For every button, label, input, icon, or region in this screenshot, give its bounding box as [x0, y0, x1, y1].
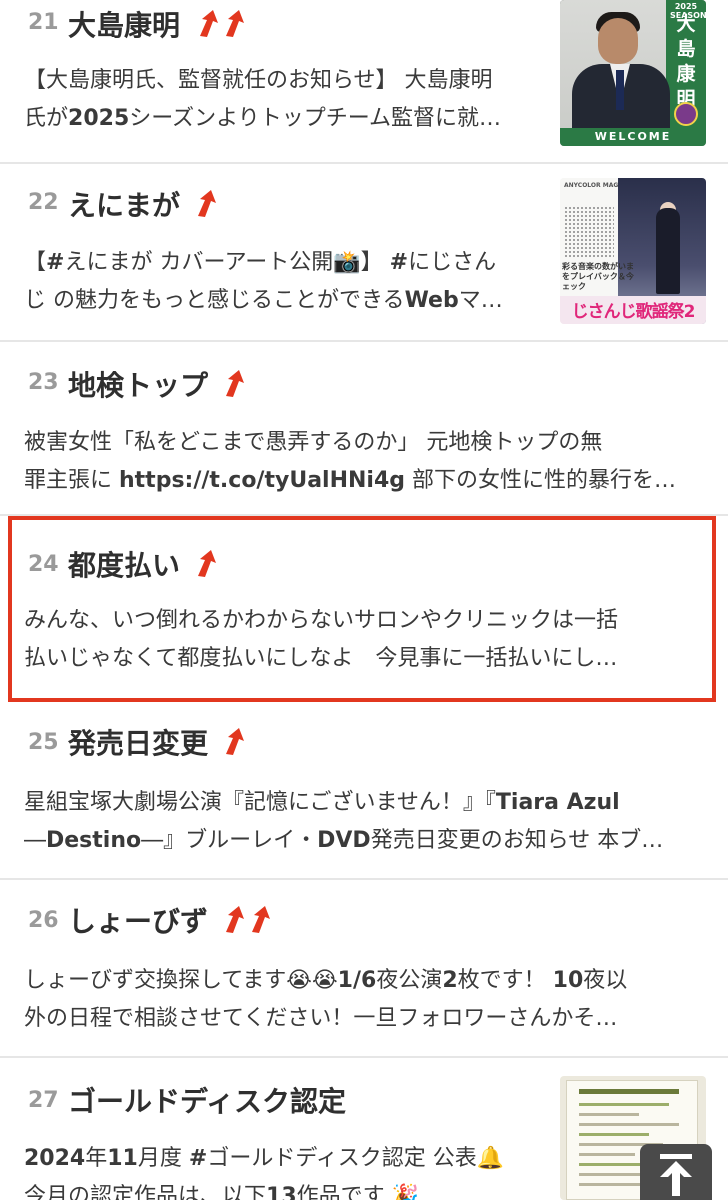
description-line: 星組宝塚大劇場公演『記憶にございません！』『Tiara Azul: [24, 790, 620, 815]
description-line: しょーびず交換探してます😭😭1/6夜公演2枚です！ 10夜以: [24, 968, 628, 993]
document-line: [579, 1153, 635, 1156]
trend-rank: 26: [28, 908, 59, 933]
trend-thumbnail[interactable]: ANYCOLOR MAGAZINE 彩る音楽の数がいま をプレイバック＆今 ェッ…: [560, 178, 706, 324]
trend-item-23[interactable]: 23 地検トップ 被害女性「私をどこまで愚弄するのか」 元地検トップの無罪主張に…: [0, 342, 728, 516]
up-right-arrow-icon: [222, 368, 248, 402]
trend-item-25[interactable]: 25 発売日変更 星組宝塚大劇場公演『記憶にございません！』『Tiara Azu…: [0, 702, 728, 880]
trend-item-26[interactable]: 26 しょーびず しょーびず交換探してます😭😭1/6夜公演2枚です！ 10夜以外…: [0, 880, 728, 1058]
halftone-pattern: [564, 206, 614, 258]
thumbnail-name-char: 大: [676, 13, 696, 35]
trend-rank: 23: [28, 370, 59, 395]
trend-description[interactable]: みんな、いつ倒れるかわからないサロンやクリニックは一括 払いじゃなくて都度払いにし…: [24, 602, 704, 678]
document-line: [579, 1113, 639, 1116]
person-tie: [616, 70, 624, 110]
trend-item-27[interactable]: 27 ゴールドディスク認定 2024年11月度 #ゴールドディスク認定 公表🔔 今…: [0, 1058, 728, 1200]
thumbnail-name-char: 康: [676, 63, 696, 85]
trend-title[interactable]: 地検トップ: [68, 364, 208, 404]
trend-rank: 27: [28, 1088, 59, 1113]
up-right-arrow-icon: [194, 548, 220, 582]
trend-arrows: [222, 368, 248, 402]
trend-title[interactable]: 都度払い: [68, 544, 180, 584]
trend-arrows: [196, 8, 248, 42]
up-right-arrow-icon: [196, 8, 222, 42]
description-line: ―Destino―』ブルーレイ・DVD発売日変更のお知らせ 本ブ…: [24, 828, 664, 853]
trend-description[interactable]: 【#えにまが カバーアート公開📸】 #にじさんじ の魅力をもっと感じることができ…: [24, 244, 534, 320]
up-right-arrow-icon: [222, 904, 248, 938]
club-emblem-icon: [674, 102, 698, 126]
trend-rank: 21: [28, 10, 59, 35]
description-line: 罪主張に https://t.co/tyUalHNi4g 部下の女性に性的暴行を…: [24, 468, 676, 493]
trend-title[interactable]: しょーびず: [68, 900, 208, 940]
arrow-up-icon: [660, 1154, 692, 1196]
magazine-banner-text: じさんじ歌謡祭2: [571, 302, 696, 322]
up-right-arrow-icon: [222, 726, 248, 760]
character-figure: [656, 208, 680, 294]
trend-description[interactable]: 2024年11月度 #ゴールドディスク認定 公表🔔 今月の認定作品は、以下13作品…: [24, 1140, 544, 1200]
document-line: [579, 1103, 669, 1106]
person-face: [598, 18, 638, 64]
trend-description[interactable]: しょーびず交換探してます😭😭1/6夜公演2枚です！ 10夜以 外の日程で相談させて…: [24, 962, 704, 1038]
description-line: 払いじゃなくて都度払いにしなよ 今見事に一括払いにし…: [24, 646, 618, 671]
trend-description[interactable]: 被害女性「私をどこまで愚弄するのか」 元地検トップの無罪主張に https://…: [24, 424, 704, 500]
description-line: みんな、いつ倒れるかわからないサロンやクリニックは一括: [24, 608, 619, 633]
thumbnail-name-char: 島: [676, 38, 696, 60]
trend-rank: 22: [28, 190, 59, 215]
trend-item-22[interactable]: 22 えにまが 【#えにまが カバーアート公開📸】 #にじさんじ の魅力をもっと…: [0, 164, 728, 342]
description-line: じ の魅力をもっと感じることができるWebマ…: [24, 288, 503, 313]
thumbnail-welcome-caption: WELCOME: [560, 128, 706, 146]
description-line: 外の日程で相談させてください！一旦フォロワーさんかそ…: [24, 1006, 618, 1031]
document-line: [579, 1173, 643, 1176]
description-line: 2024年11月度 #ゴールドディスク認定 公表🔔: [24, 1146, 505, 1171]
document-line: [579, 1123, 679, 1126]
trend-rank: 25: [28, 730, 59, 755]
trend-description[interactable]: 【大島康明氏、監督就任のお知らせ】 大島康明 氏が2025シーズンよりトップチーム…: [24, 62, 544, 138]
up-right-arrow-icon: [194, 188, 220, 222]
up-right-arrow-icon: [248, 904, 274, 938]
description-line: 被害女性「私をどこまで愚弄するのか」 元地検トップの無: [24, 430, 603, 455]
trend-item-21[interactable]: 21 大島康明 【大島康明氏、監督就任のお知らせ】 大島康明 氏が2025シーズン…: [0, 0, 728, 164]
description-line: 氏が2025シーズンよりトップチーム監督に就…: [24, 106, 502, 131]
trend-arrows: [194, 188, 220, 222]
trend-description[interactable]: 星組宝塚大劇場公演『記憶にございません！』『Tiara Azul ―Destino…: [24, 784, 704, 860]
document-line: [579, 1133, 649, 1136]
trend-title[interactable]: えにまが: [68, 184, 180, 224]
up-right-arrow-icon: [222, 8, 248, 42]
magazine-caption: 彩る音楽の数がいま をプレイバック＆今 ェック: [562, 262, 634, 291]
trend-arrows: [194, 548, 220, 582]
description-line: 【大島康明氏、監督就任のお知らせ】 大島康明: [24, 68, 493, 93]
trend-title[interactable]: 大島康明: [68, 4, 180, 44]
description-line: 【#えにまが カバーアート公開📸】 #にじさん: [24, 250, 497, 275]
trend-title[interactable]: 発売日変更: [68, 722, 208, 762]
description-line: 今月の認定作品は、以下13作品です 🎉: [24, 1184, 420, 1200]
trend-arrows: [222, 726, 248, 760]
trend-thumbnail[interactable]: 2025 SEASON 大 島 康 明 WELCOME: [560, 0, 706, 146]
trend-arrows: [222, 904, 274, 938]
trend-rank: 24: [28, 552, 59, 577]
document-header: [579, 1089, 679, 1094]
scroll-to-top-button[interactable]: [640, 1144, 712, 1200]
trend-item-24[interactable]: 24 都度払い みんな、いつ倒れるかわからないサロンやクリニックは一括 払いじゃな…: [0, 516, 728, 702]
trend-title[interactable]: ゴールドディスク認定: [68, 1080, 346, 1120]
thumbnail-vertical-name: 大 島 康 明: [672, 12, 700, 112]
